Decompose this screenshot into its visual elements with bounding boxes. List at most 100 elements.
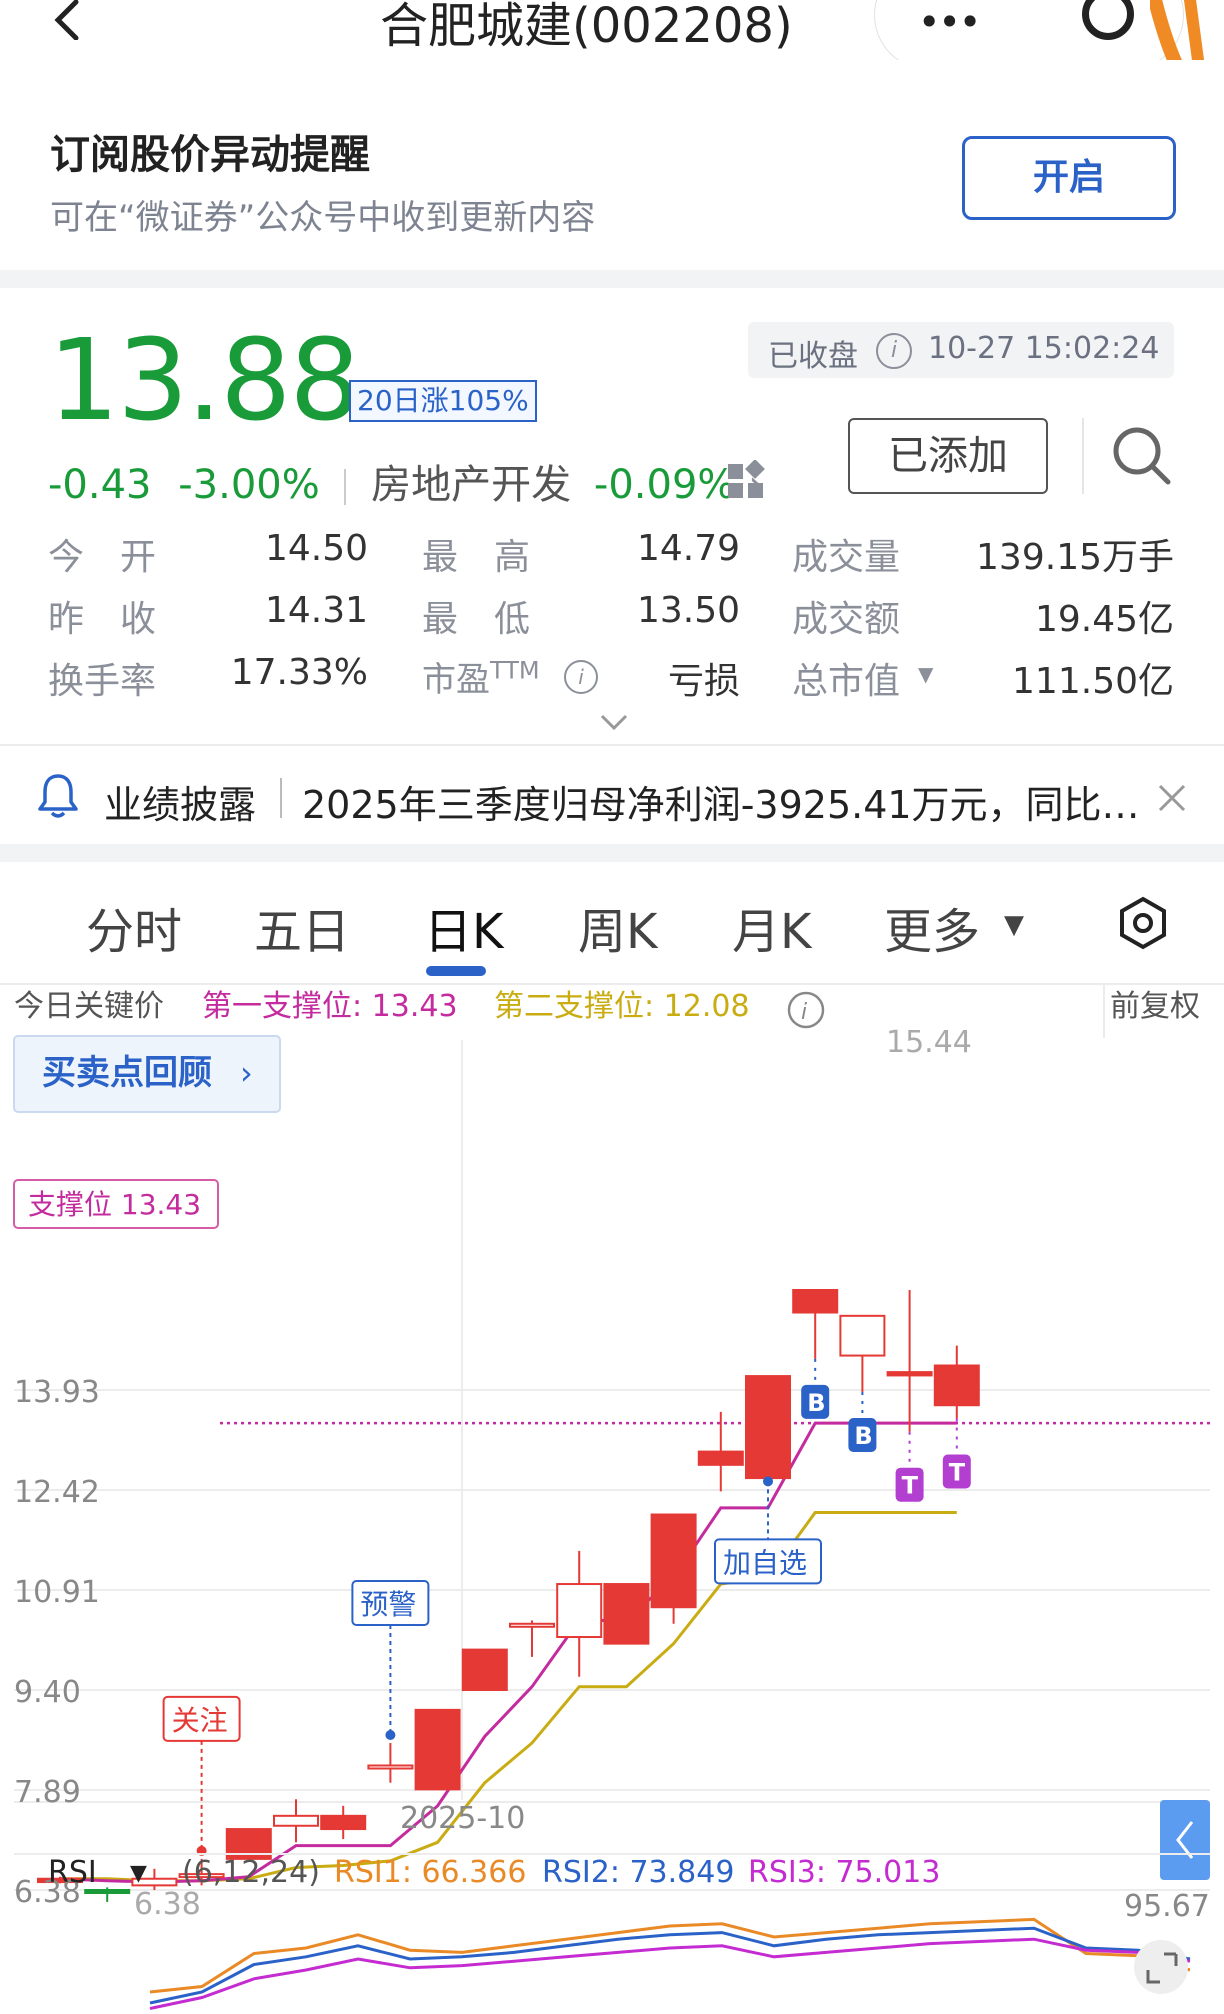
page-title: 合肥城建(002208) (380, 0, 793, 54)
collapse-panel-button[interactable] (1160, 1800, 1210, 1880)
candle-body (603, 1583, 650, 1645)
min-price-label: 6.38 (134, 1887, 201, 1922)
more-dots-icon[interactable]: ••• (918, 0, 981, 44)
chart-grid (14, 1040, 1210, 1891)
twenty-day-change-tag[interactable]: 20日涨105% (349, 380, 537, 422)
support-lines (59, 1421, 1210, 1884)
support2-label: 第二支撑位: 12.08 (494, 989, 750, 1024)
candle-body (886, 1371, 933, 1377)
dropdown-caret-icon[interactable]: ▼ (130, 1861, 147, 1886)
change-row: -0.43 -3.00% 房地产开发 -0.09% › (48, 452, 764, 510)
stat-value-turnover-rate: 17.33% (230, 652, 368, 693)
divider (0, 844, 1224, 862)
fullscreen-button[interactable] (1134, 1940, 1188, 1994)
marker-badge-text: B (807, 1389, 825, 1417)
rsi3-line (149, 1937, 1191, 2010)
divider (280, 778, 282, 818)
marker-label: 关注 (172, 1704, 228, 1737)
candle-body (745, 1375, 791, 1480)
stat-value-market-cap: 111.50亿 (1012, 661, 1174, 702)
divider (1082, 418, 1084, 494)
current-price: 13.88 (48, 316, 361, 446)
sector-change[interactable]: -0.09% (594, 462, 736, 508)
subscribe-enable-button[interactable]: 开启 (962, 136, 1176, 220)
tab-weekly-k[interactable]: 周K (578, 892, 657, 962)
max-price-label: 15.44 (886, 1025, 972, 1060)
tab-more[interactable]: 更多 (884, 892, 980, 962)
y-tick-label: 12.42 (14, 1475, 100, 1510)
stat-label-market-cap: 总市值 (792, 661, 901, 702)
candle-body (792, 1289, 839, 1314)
stat-label-turnover-rate: 换手率 (48, 661, 157, 702)
candle-body (461, 1648, 508, 1692)
marker-badge-text: B (854, 1422, 872, 1450)
subscribe-title: 订阅股价异动提醒 (50, 132, 370, 178)
support1-label: 第一支撑位: 13.43 (202, 989, 458, 1024)
settings-hexagon-icon[interactable] (1118, 896, 1168, 950)
stat-label-turnover: 成交额 (792, 599, 901, 640)
adjust-mode-label[interactable]: 前复权 (1110, 989, 1200, 1024)
stat-value-low: 13.50 (636, 590, 740, 631)
chevron-right-icon: › (240, 1054, 253, 1092)
notice-text[interactable]: 2025年三季度归母净利润-3925.41万元，同比… (302, 774, 1142, 829)
search-icon[interactable] (1110, 424, 1172, 486)
candle-body (839, 1314, 886, 1357)
bell-icon (38, 774, 78, 818)
info-icon-glyph: i (801, 1000, 807, 1025)
price-change: -0.43 (48, 462, 152, 508)
rsi-label[interactable]: RSI (48, 1855, 97, 1890)
marker-badge-text: T (949, 1458, 966, 1486)
marker-label: 加自选 (723, 1546, 807, 1579)
candle-body (556, 1583, 603, 1639)
divider (0, 744, 1224, 746)
info-icon[interactable]: i (876, 333, 912, 369)
marker-dot (385, 1729, 396, 1740)
candle-body (320, 1814, 367, 1831)
grid-icon[interactable] (726, 460, 766, 500)
stat-label-pe: 市盈TTM (422, 656, 540, 700)
y-tick-label: 10.91 (14, 1575, 100, 1610)
back-arrow-icon[interactable] (48, 0, 88, 40)
close-icon[interactable] (1156, 782, 1188, 814)
tab-five-day[interactable]: 五日 (254, 892, 350, 962)
dropdown-caret-icon[interactable]: ▼ (1004, 910, 1024, 940)
marker-badge-text: T (902, 1472, 919, 1500)
trade-review-button[interactable]: 买卖点回顾 (42, 1053, 212, 1093)
candle-body (509, 1622, 555, 1628)
dropdown-caret-icon[interactable]: ▼ (918, 662, 933, 686)
key-price-label: 今日关键价 (14, 989, 164, 1024)
chevron-down-icon[interactable] (600, 712, 628, 732)
stat-label-prev-close: 昨 收 (48, 599, 157, 640)
rsi3-value: RSI3: 75.013 (748, 1855, 940, 1890)
market-status: 已收盘 (768, 339, 858, 374)
stat-value-turnover: 19.45亿 (1034, 599, 1174, 640)
candle-body (933, 1364, 980, 1407)
stat-label-open: 今 开 (48, 537, 157, 578)
marker-dot (763, 1476, 773, 1487)
rsi-max-label: 95.67 (1124, 1889, 1210, 1924)
rsi-lines (149, 1917, 1191, 2010)
candle-body (84, 1889, 131, 1894)
rsi2-value: RSI2: 73.849 (542, 1855, 734, 1890)
tab-monthly-k[interactable]: 月K (732, 892, 811, 962)
stat-value-high: 14.79 (636, 528, 740, 569)
y-tick-label: 7.89 (14, 1775, 81, 1810)
tab-daily-k[interactable]: 日K (424, 892, 503, 962)
y-tick-label: 13.93 (14, 1375, 100, 1410)
stat-label-high: 最 高 (422, 537, 531, 578)
divider (0, 270, 1224, 288)
kline-chart[interactable]: 今日关键价 第一支撑位: 13.43 第二支撑位: 12.08 i 前复权 关注… (0, 980, 1224, 2014)
added-watchlist-button[interactable]: 已添加 (848, 418, 1048, 494)
candle-body (367, 1764, 414, 1770)
candle-body (697, 1450, 744, 1466)
stat-value-prev-close: 14.31 (264, 590, 368, 631)
sector-name[interactable]: 房地产开发 (371, 462, 571, 508)
stat-value-volume: 139.15万手 (976, 537, 1174, 578)
stat-value-pe: 亏损 (667, 661, 740, 702)
rsi-params: (6,12,24) (182, 1855, 320, 1890)
notice-label: 业绩披露 (104, 783, 257, 827)
tab-timeshare[interactable]: 分时 (86, 892, 182, 962)
support-tag: 支撑位 13.43 (28, 1188, 201, 1221)
subscribe-desc: 可在“微证券”公众号中收到更新内容 (50, 198, 596, 238)
rsi1-value: RSI1: 66.366 (334, 1855, 526, 1890)
